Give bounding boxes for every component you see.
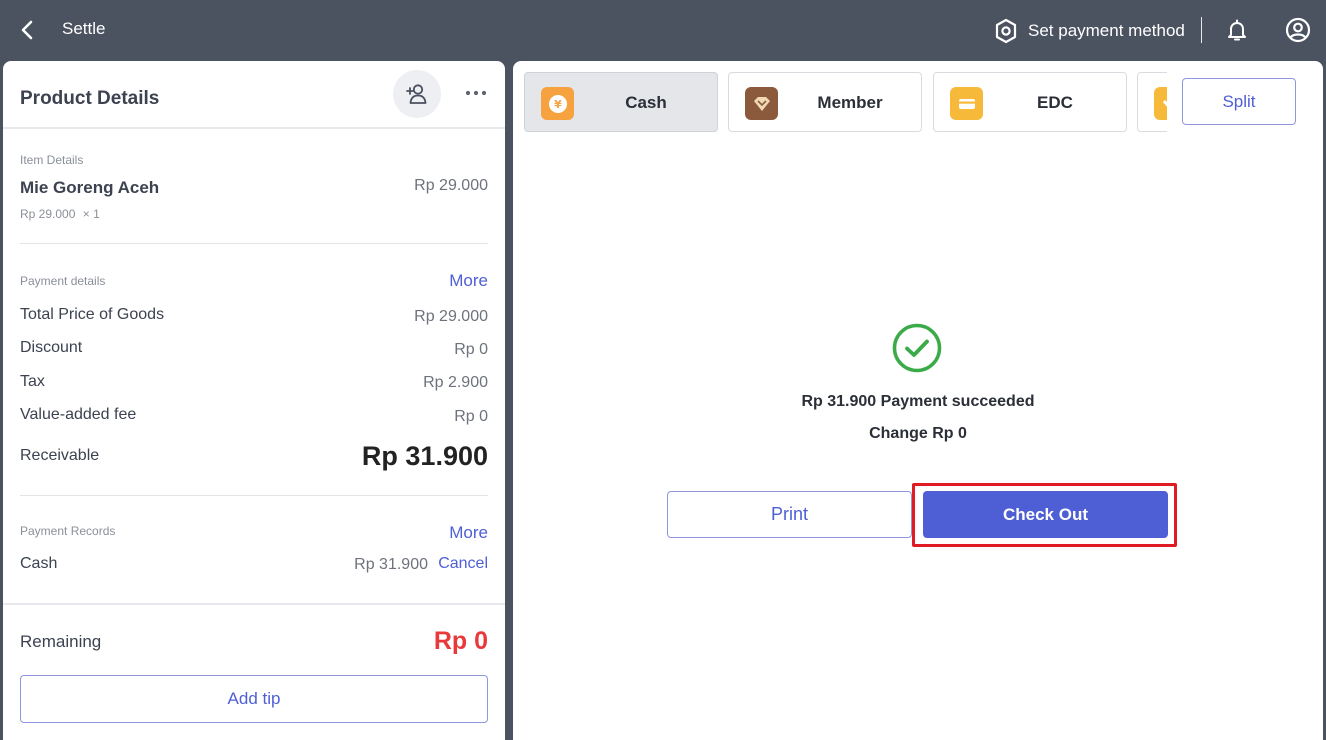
set-payment-method-label: Set payment method [1028,21,1185,40]
bell-icon [1228,19,1246,41]
header-divider [1201,17,1202,43]
payment-panel: ¥ Cash Member EDC Split Rp 31.900 Paymen… [513,61,1323,740]
total-price-label: Total Price of Goods [20,306,165,323]
wallet-icon [1154,87,1167,120]
cancel-payment-link[interactable]: Cancel [438,555,488,573]
checkout-button[interactable]: Check Out [923,491,1168,538]
yen-coin-icon: ¥ [541,87,574,120]
value-added-fee-label: Value-added fee [20,406,137,423]
total-price-value: Rp 29.000 [414,308,488,325]
back-button[interactable] [16,18,40,42]
add-tip-button[interactable]: Add tip [20,675,488,723]
card-icon [950,87,983,120]
receivable-value: Rp 31.900 [361,441,488,471]
tab-label: EDC [1037,93,1073,112]
user-circle-icon [1285,17,1311,43]
chevron-left-icon [21,20,33,40]
discount-label: Discount [20,339,83,356]
svg-text:¥: ¥ [554,98,562,111]
value-added-fee-value: Rp 0 [454,408,488,425]
diamond-icon [745,87,778,120]
payment-success-message: Rp 31.900 Payment succeeded [801,393,1035,410]
tab-label: Member [817,93,883,112]
record-method: Cash [20,555,58,572]
payment-details-label: Payment details [20,274,106,288]
tab-more-method[interactable] [1137,72,1167,132]
print-button[interactable]: Print [667,491,912,538]
notifications-button[interactable] [1225,18,1249,47]
add-user-icon [406,84,427,104]
payment-details-more-link[interactable]: More [449,271,488,291]
check-circle-icon [892,323,942,373]
receivable-label: Receivable [20,447,100,464]
tab-edc[interactable]: EDC [933,72,1127,132]
remaining-value: Rp 0 [433,627,488,655]
divider [3,603,505,605]
tab-cash[interactable]: ¥ Cash [524,72,718,132]
product-details-header: Product Details [3,61,505,129]
item-unit-price: Rp 29.000 [20,207,76,221]
more-options-button[interactable] [461,83,491,103]
hexagon-settings-icon [995,18,1017,44]
more-horizontal-icon [465,90,487,96]
item-name: Mie Goreng Aceh [20,178,160,197]
split-button[interactable]: Split [1182,78,1296,125]
page-title: Settle [62,19,106,38]
tab-member[interactable]: Member [728,72,922,132]
item-quantity-line: Rp 29.000 × 1 [20,207,100,221]
remaining-label: Remaining [20,632,102,651]
tab-label: Cash [625,93,667,112]
tax-label: Tax [20,373,45,390]
payment-method-tabs: ¥ Cash Member EDC [513,61,1167,141]
product-details-panel: Product Details Item Details Mie Goreng … [3,61,505,740]
divider [20,495,488,496]
account-button[interactable] [1285,17,1311,48]
item-price: Rp 29.000 [414,177,488,194]
top-bar: Settle Set payment method [0,0,1326,60]
payment-records-more-link[interactable]: More [449,523,488,543]
payment-records-label: Payment Records [20,524,116,538]
divider [20,243,488,244]
add-member-button[interactable] [393,70,441,118]
set-payment-method-button[interactable]: Set payment method [994,18,1185,44]
change-message: Change Rp 0 [869,425,967,442]
tax-value: Rp 2.900 [423,374,488,391]
item-quantity: × 1 [82,207,100,221]
record-amount: Rp 31.900 [354,556,428,573]
panel-title: Product Details [20,88,160,109]
item-details-label: Item Details [20,153,84,167]
discount-value: Rp 0 [454,341,488,358]
